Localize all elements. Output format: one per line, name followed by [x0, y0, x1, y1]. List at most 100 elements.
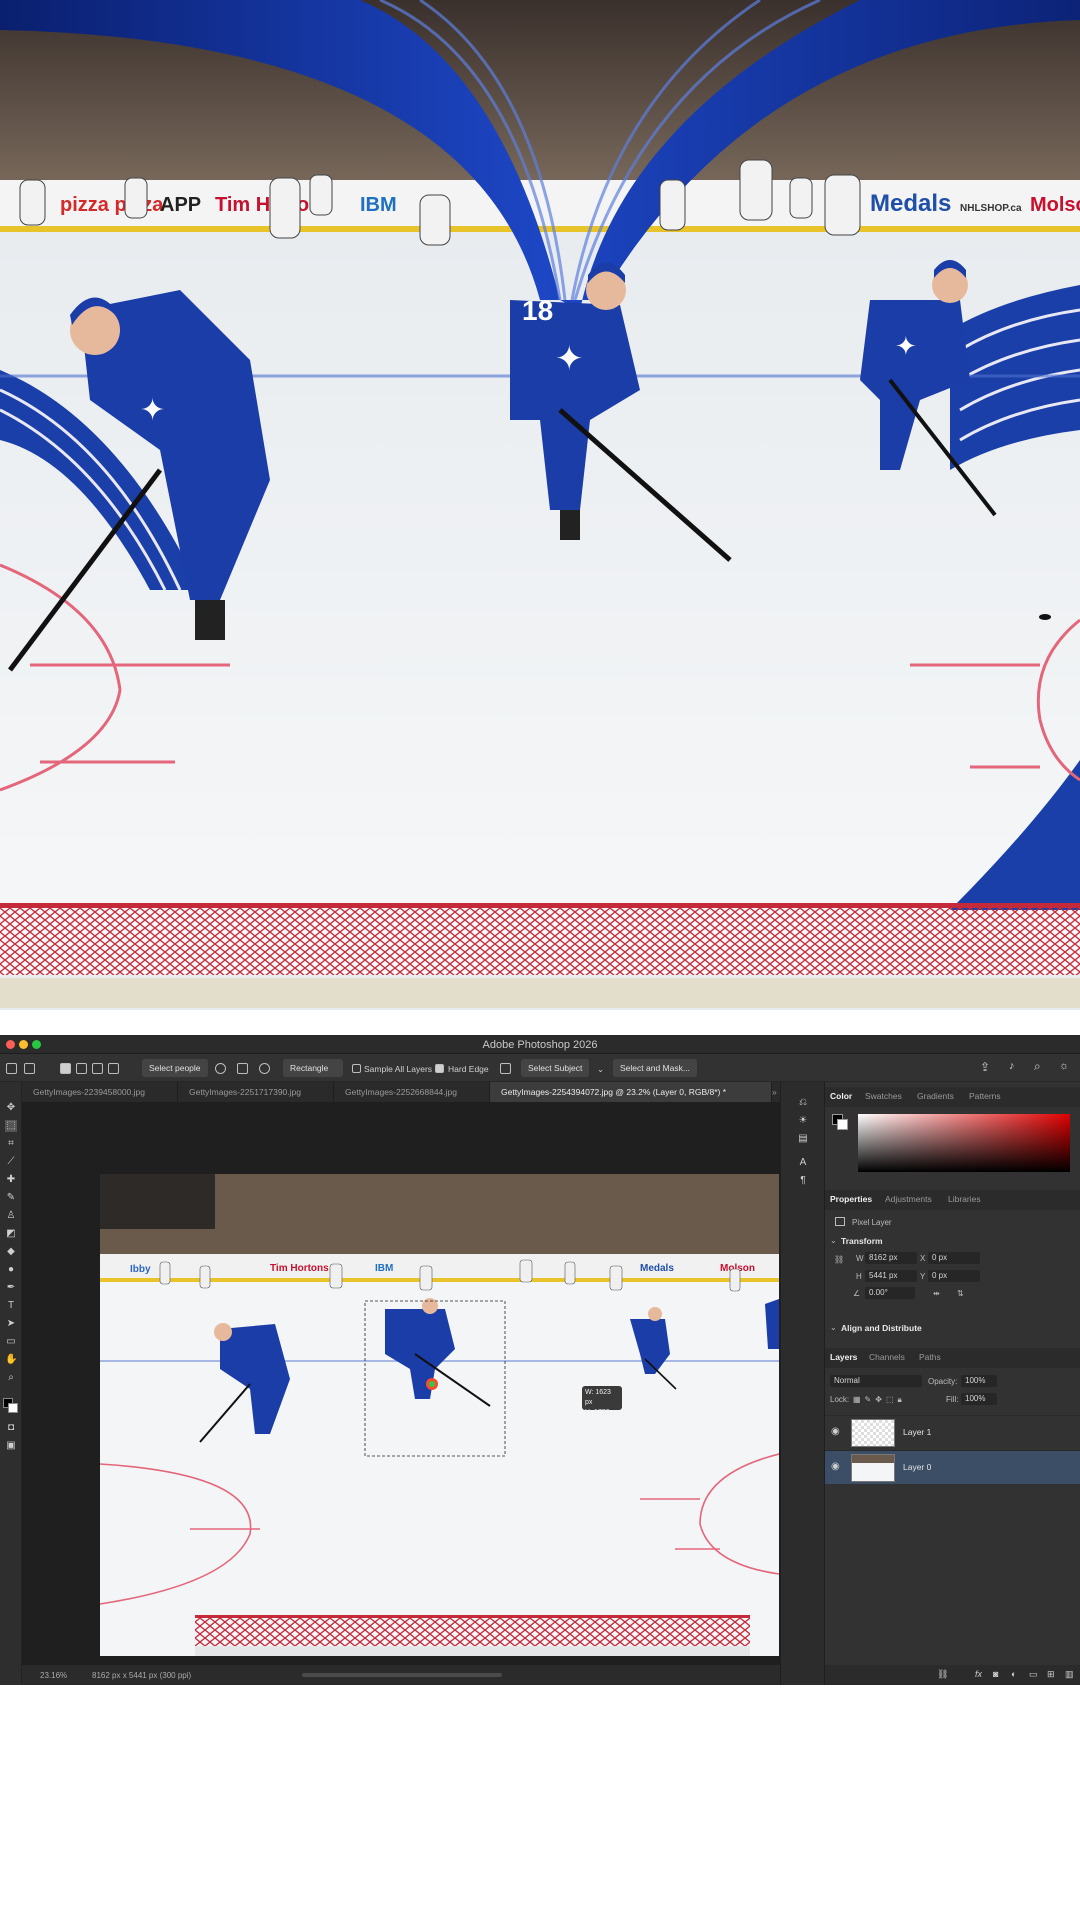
tab-swatches[interactable]: Swatches: [865, 1091, 902, 1101]
background-color-swatch[interactable]: [8, 1403, 18, 1413]
path-select-tool-icon[interactable]: ➤: [5, 1318, 17, 1330]
flip-vertical-icon[interactable]: ⇅: [957, 1289, 964, 1298]
layer-name[interactable]: Layer 0: [903, 1462, 931, 1472]
layer-row[interactable]: ◉ Layer 1: [825, 1415, 1080, 1449]
svg-text:18: 18: [522, 295, 553, 326]
tab-patterns[interactable]: Patterns: [969, 1091, 1001, 1101]
delete-layer-icon[interactable]: ▥: [1065, 1669, 1074, 1680]
select-people-button[interactable]: Select people: [142, 1059, 208, 1077]
visibility-eye-icon[interactable]: ◉: [831, 1461, 843, 1473]
bell-icon[interactable]: ♪: [1009, 1060, 1015, 1072]
selection-width: W: 1623 px: [585, 1389, 611, 1406]
move-tool-icon[interactable]: ✥: [5, 1102, 17, 1114]
brush-settings-icon[interactable]: ☀: [797, 1115, 809, 1127]
paragraph-icon[interactable]: ¶: [797, 1175, 809, 1187]
adjustment-layer-icon[interactable]: ◐: [1011, 1669, 1016, 1679]
tab-channels[interactable]: Channels: [869, 1352, 905, 1362]
tab-adjustments[interactable]: Adjustments: [885, 1194, 932, 1204]
workspace-icon[interactable]: ☼: [1059, 1060, 1069, 1072]
tab-document-3[interactable]: GettyImages-2252668844.jpg: [334, 1082, 490, 1102]
character-icon[interactable]: A: [797, 1157, 809, 1169]
sample-all-layers-checkbox[interactable]: [352, 1064, 361, 1073]
eraser-tool-icon[interactable]: ◩: [5, 1228, 17, 1240]
visibility-eye-icon[interactable]: ◉: [831, 1426, 843, 1438]
photoshop-window: Adobe Photoshop 2026 Select people Recta…: [0, 1035, 1080, 1685]
tab-properties[interactable]: Properties: [830, 1194, 872, 1204]
tab-paths[interactable]: Paths: [919, 1352, 941, 1362]
layer-row-selected[interactable]: ◉ Layer 0: [825, 1450, 1080, 1484]
transform-section[interactable]: Transform: [841, 1236, 883, 1246]
tab-gradients[interactable]: Gradients: [917, 1091, 954, 1101]
blend-mode-select[interactable]: Normal: [830, 1375, 922, 1387]
svg-text:IBM: IBM: [375, 1263, 393, 1274]
eyedropper-tool-icon[interactable]: ⟋: [5, 1156, 17, 1168]
tab-layers[interactable]: Layers: [830, 1352, 857, 1362]
stamp-tool-icon[interactable]: ♙: [5, 1210, 17, 1222]
comments-icon[interactable]: ▤: [797, 1133, 809, 1145]
type-tool-icon[interactable]: T: [5, 1300, 17, 1312]
fx-icon[interactable]: fx: [975, 1669, 982, 1679]
fill-field[interactable]: 100%: [961, 1393, 997, 1405]
new-selection-icon[interactable]: [60, 1063, 71, 1074]
add-selection-icon[interactable]: [76, 1063, 87, 1074]
tab-document-1[interactable]: GettyImages-2239458000.jpg: [22, 1082, 178, 1102]
y-field[interactable]: 0 px: [928, 1270, 980, 1282]
blank-bottom-area: [0, 1685, 1080, 1920]
new-layer-icon[interactable]: ⊞: [1047, 1669, 1055, 1680]
quick-mask-icon[interactable]: ◘: [5, 1422, 17, 1434]
object-select-tool-icon[interactable]: ⬚: [5, 1120, 17, 1132]
pen-tool-icon[interactable]: ✒: [5, 1282, 17, 1294]
x-field[interactable]: 0 px: [928, 1252, 980, 1264]
dodge-tool-icon[interactable]: ●: [5, 1264, 17, 1276]
shape-tool-icon[interactable]: ▭: [5, 1336, 17, 1348]
tab-document-2[interactable]: GettyImages-2251717390.jpg: [178, 1082, 334, 1102]
height-field[interactable]: 5441 px: [865, 1270, 917, 1282]
tab-document-active[interactable]: GettyImages-2254394072.jpg @ 23.2% (Laye…: [490, 1082, 772, 1102]
opacity-field[interactable]: 100%: [961, 1375, 997, 1387]
healing-tool-icon[interactable]: ✚: [5, 1174, 17, 1186]
refresh-icon[interactable]: [215, 1063, 226, 1074]
crop-tool-icon[interactable]: ⌗: [5, 1138, 17, 1150]
brush-tool-icon[interactable]: ✎: [5, 1192, 17, 1204]
mode-select[interactable]: Rectangle: [283, 1059, 343, 1077]
hard-edge-checkbox[interactable]: [435, 1064, 444, 1073]
align-distribute-section[interactable]: Align and Distribute: [841, 1323, 922, 1333]
chevron-down-icon[interactable]: ⌄: [597, 1064, 604, 1075]
object-selection-tool-icon[interactable]: [24, 1063, 35, 1074]
select-subject-icon[interactable]: [500, 1063, 511, 1074]
angle-field[interactable]: 0.00°: [865, 1287, 915, 1299]
width-field[interactable]: 8162 px: [865, 1252, 917, 1264]
layer-name[interactable]: Layer 1: [903, 1427, 931, 1437]
zoom-tool-icon[interactable]: ⌕: [5, 1372, 17, 1384]
horizontal-scrollbar[interactable]: [302, 1673, 502, 1677]
tab-libraries[interactable]: Libraries: [948, 1194, 981, 1204]
hand-tool-icon[interactable]: ✋: [5, 1354, 17, 1366]
document-canvas-image[interactable]: Ibby Tim Hortons IBM Medals Molson: [100, 1174, 779, 1656]
gear-icon[interactable]: [259, 1063, 270, 1074]
select-subject-button[interactable]: Select Subject: [521, 1059, 590, 1077]
subtract-selection-icon[interactable]: [92, 1063, 103, 1074]
add-mask-icon[interactable]: ◙: [993, 1669, 998, 1679]
share-icon[interactable]: ⇪: [980, 1060, 990, 1074]
screen-mode-icon[interactable]: ▣: [5, 1440, 17, 1452]
intersect-selection-icon[interactable]: [108, 1063, 119, 1074]
color-picker-field[interactable]: [858, 1114, 1070, 1172]
lock-icons[interactable]: ▦✎✥⬚🔒︎: [853, 1395, 906, 1405]
x-label: X: [920, 1254, 926, 1263]
home-icon[interactable]: [6, 1063, 17, 1074]
more-tabs-icon[interactable]: »: [772, 1082, 780, 1102]
bg-color-chip[interactable]: [837, 1119, 848, 1130]
link-icon[interactable]: ⛓: [834, 1255, 844, 1264]
window-title: Adobe Photoshop 2026: [482, 1039, 598, 1051]
new-group-icon[interactable]: ▭: [1029, 1669, 1038, 1680]
flip-horizontal-icon[interactable]: ⇹: [933, 1289, 940, 1298]
overlay-icon[interactable]: [237, 1063, 248, 1074]
tab-color[interactable]: Color: [830, 1091, 852, 1101]
blur-tool-icon[interactable]: ◆: [5, 1246, 17, 1258]
search-icon[interactable]: ⌕: [1034, 1059, 1041, 1074]
h-label: H: [856, 1272, 862, 1281]
history-icon[interactable]: ⎌: [797, 1097, 809, 1109]
zoom-level[interactable]: 23.16%: [40, 1671, 67, 1680]
select-and-mask-button[interactable]: Select and Mask...: [613, 1059, 697, 1077]
link-layers-icon[interactable]: ⛓: [937, 1669, 948, 1680]
